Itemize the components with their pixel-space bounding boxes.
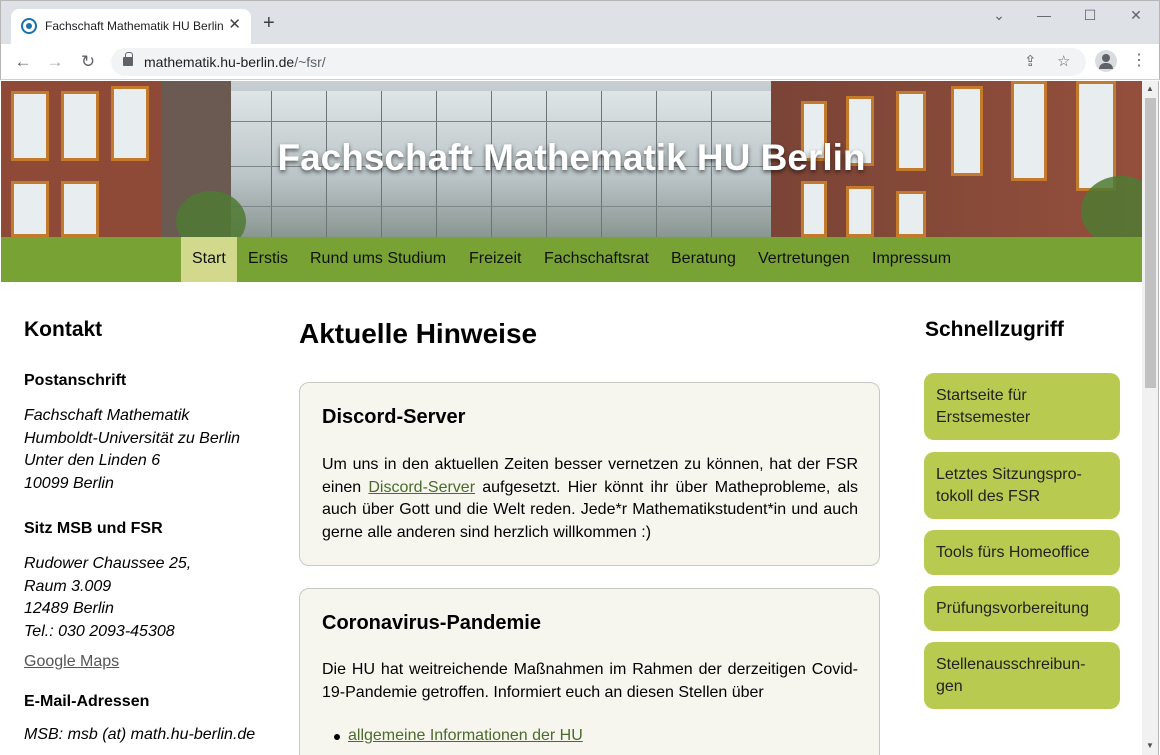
page-scrollbar[interactable]: ▲ ▼ [1142, 81, 1159, 755]
quick-link-pruefung[interactable]: Prüfungsvorbereitung [924, 586, 1120, 631]
site-title: Fachschaft Mathematik HU Berlin [277, 137, 866, 178]
browser-toolbar: ← → ↻ mathematik.hu-berlin.de/~fsr/ ⇪ ☆ … [0, 44, 1160, 80]
scrollbar-thumb[interactable] [1145, 98, 1156, 388]
sitz-address: Rudower Chaussee 25, Raum 3.009 12489 Be… [24, 553, 284, 643]
maximize-icon[interactable]: ☐ [1078, 7, 1102, 24]
nav-item-start[interactable]: Start [181, 237, 237, 282]
new-tab-icon[interactable]: + [263, 13, 275, 33]
tab-close-icon[interactable]: ✕ [228, 17, 241, 33]
list-item: allgemeine Informationen der HU [334, 727, 583, 745]
quick-link-stellen[interactable]: Stellenausschreibun-gen [924, 642, 1120, 709]
url-path: /~fsr/ [294, 54, 326, 70]
sitz-heading: Sitz MSB und FSR [24, 520, 163, 537]
card-text: Um uns in den aktuellen Zeiten besser ve… [322, 454, 858, 544]
card-text: Die HU hat weitreichende Maßnahmen im Ra… [322, 661, 858, 701]
nav-item-freizeit[interactable]: Freizeit [458, 237, 532, 282]
forward-icon[interactable]: → [43, 50, 67, 74]
minimize-icon[interactable]: — [1032, 7, 1056, 23]
postanschrift-address: Fachschaft Mathematik Humboldt-Universit… [24, 405, 284, 495]
back-icon[interactable]: ← [11, 50, 35, 74]
profile-avatar-icon[interactable] [1095, 50, 1117, 72]
discord-server-link[interactable]: Discord-Server [368, 479, 475, 496]
address-bar[interactable]: mathematik.hu-berlin.de/~fsr/ ⇪ ☆ [111, 48, 1086, 76]
site-favicon-icon [21, 18, 37, 34]
nav-item-beratung[interactable]: Beratung [660, 237, 747, 282]
url-text: mathematik.hu-berlin.de/~fsr/ [144, 54, 326, 70]
tab-search-icon[interactable]: ⌄ [987, 7, 1011, 24]
nav-item-impressum[interactable]: Impressum [861, 237, 962, 282]
browser-titlebar: Fachschaft Mathematik HU Berlin ✕ + ⌄ — … [0, 0, 1160, 45]
bookmark-star-icon[interactable]: ☆ [1057, 52, 1070, 70]
share-icon[interactable]: ⇪ [1024, 52, 1037, 70]
email-msb: MSB: msb (at) math.hu-berlin.de [24, 726, 256, 743]
postanschrift-heading: Postanschrift [24, 372, 127, 389]
hero-banner: Fachschaft Mathematik HU Berlin [1, 81, 1142, 237]
close-window-icon[interactable]: ✕ [1124, 7, 1148, 24]
quick-link-sitzungsprotokoll[interactable]: Letztes Sitzungspro-tokoll des FSR [924, 452, 1120, 519]
kontakt-heading: Kontakt [24, 318, 103, 341]
nav-item-vertretungen[interactable]: Vertretungen [747, 237, 861, 282]
hu-info-link[interactable]: allgemeine Informationen der HU [348, 727, 583, 744]
reload-icon[interactable]: ↻ [76, 50, 100, 74]
schnellzugriff-heading: Schnellzugriff [925, 318, 1064, 341]
quick-link-homeoffice[interactable]: Tools fürs Homeoffice [924, 530, 1120, 575]
card-title: Discord-Server [322, 406, 466, 428]
card-discord: Discord-Server Um uns in den aktuellen Z… [299, 382, 880, 566]
tab-title: Fachschaft Mathematik HU Berlin [45, 19, 224, 33]
address-line: Raum 3.009 [24, 577, 112, 595]
page-viewport: Fachschaft Mathematik HU Berlin Start Er… [1, 81, 1142, 755]
address-line: 12489 Berlin [24, 600, 114, 617]
nav-item-fachschaftsrat[interactable]: Fachschaftsrat [533, 237, 660, 282]
nav-item-erstis[interactable]: Erstis [237, 237, 299, 282]
scroll-up-icon[interactable]: ▲ [1146, 84, 1154, 93]
kontakt-sidebar: Kontakt Postanschrift Fachschaft Mathema… [24, 318, 284, 747]
google-maps-link[interactable]: Google Maps [24, 653, 119, 670]
address-line: Unter den Linden 6 [24, 452, 161, 469]
browser-menu-icon[interactable]: ⋮ [1131, 50, 1147, 70]
scroll-down-icon[interactable]: ▼ [1146, 741, 1154, 750]
browser-tab[interactable]: Fachschaft Mathematik HU Berlin ✕ [11, 9, 251, 45]
phone-number: Tel.: 030 2093-45308 [24, 622, 175, 640]
address-line: Humboldt-Universität zu Berlin [24, 429, 241, 447]
url-host: mathematik.hu-berlin.de [144, 54, 295, 70]
email-heading: E-Mail-Adressen [24, 693, 150, 710]
nav-item-rund-ums-studium[interactable]: Rund ums Studium [299, 237, 457, 282]
address-line: 10099 Berlin [24, 474, 114, 492]
address-line: Fachschaft Mathematik [24, 407, 190, 424]
main-nav: Start Erstis Rund ums Studium Freizeit F… [1, 237, 1142, 282]
card-corona: Coronavirus-Pandemie Die HU hat weitreic… [299, 588, 880, 755]
address-line: Rudower Chaussee 25, [24, 555, 192, 572]
card-title: Coronavirus-Pandemie [322, 612, 541, 634]
quick-link-erstsemester[interactable]: Startseite für Erstsemester [924, 373, 1120, 440]
page-title: Aktuelle Hinweise [299, 318, 538, 349]
lock-icon[interactable] [123, 52, 133, 66]
